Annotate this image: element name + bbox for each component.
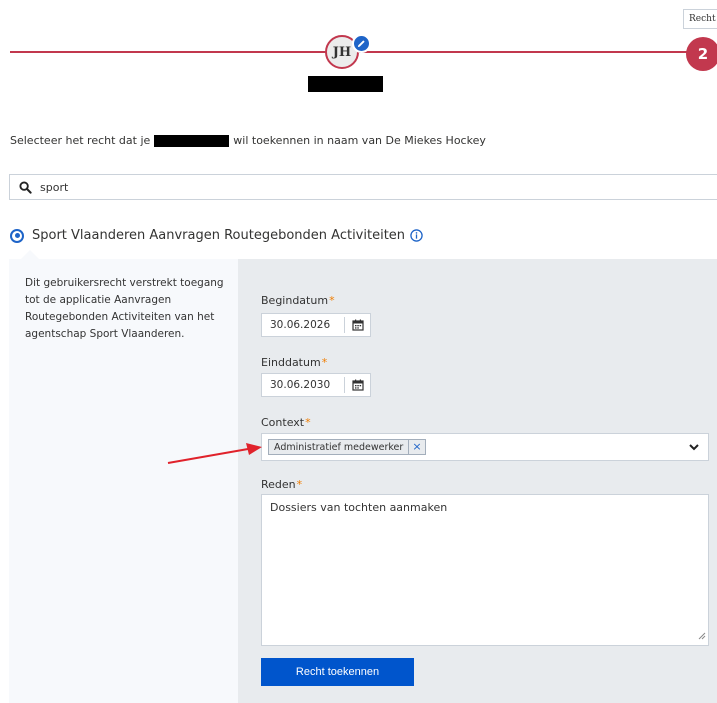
reden-label: Reden* [261,478,303,491]
right-title: Sport Vlaanderen Aanvragen Routegebonden… [32,228,406,243]
stepper-line-left [10,51,326,53]
search-input[interactable]: sport [40,181,68,194]
search-field[interactable]: sport [9,174,717,200]
redacted-name [308,76,383,92]
stepper-line-right [356,51,688,53]
panel-caret [21,250,39,259]
einddatum-label: Einddatum* [261,356,328,369]
required-mark: * [329,294,335,307]
instruction-prefix: Selecteer het recht dat je [10,134,151,147]
radio-selected[interactable] [10,228,24,243]
recht-toekennen-button[interactable]: Recht toekennen [261,658,414,686]
instruction-text: Selecteer het recht dat je wil toekennen … [10,134,486,147]
reden-value: Dossiers van tochten aanmaken [270,501,448,514]
begindatum-field[interactable]: 30.06.2026 [261,313,371,337]
edit-pencil-icon[interactable] [352,34,371,53]
step-2-indicator[interactable]: 2 [686,37,717,71]
begindatum-input[interactable]: 30.06.2026 [270,319,344,331]
right-option[interactable]: Sport Vlaanderen Aanvragen Routegebonden… [10,228,423,243]
instruction-suffix: wil toekennen in naam van De Miekes Hock… [233,134,486,147]
step-number: 2 [697,45,709,63]
einddatum-field[interactable]: 30.06.2030 [261,373,371,397]
required-mark: * [305,416,311,429]
required-mark: * [296,478,303,491]
avatar-initials: JH [332,44,352,60]
redacted-user [154,135,230,147]
right-description: Dit gebruikersrecht verstrekt toegang to… [25,277,224,340]
resize-handle-icon[interactable] [698,630,706,643]
remove-tag-icon[interactable]: × [408,440,424,454]
step-tooltip: Recht [683,9,717,29]
calendar-icon[interactable] [345,379,370,391]
required-mark: * [321,356,328,369]
context-label: Context* [261,416,311,429]
description-column: Dit gebruikersrecht verstrekt toegang to… [9,259,238,703]
context-tag: Administratief medewerker × [268,439,426,455]
reden-textarea[interactable]: Dossiers van tochten aanmaken [261,494,709,646]
search-icon [19,180,32,194]
einddatum-input[interactable]: 30.06.2030 [270,379,344,391]
calendar-icon[interactable] [345,319,370,331]
context-tag-label: Administratief medewerker [274,441,404,453]
context-select[interactable]: Administratief medewerker × [261,433,709,461]
info-icon[interactable] [410,229,423,242]
chevron-down-icon[interactable] [689,443,699,451]
begindatum-label: Begindatum* [261,294,335,307]
